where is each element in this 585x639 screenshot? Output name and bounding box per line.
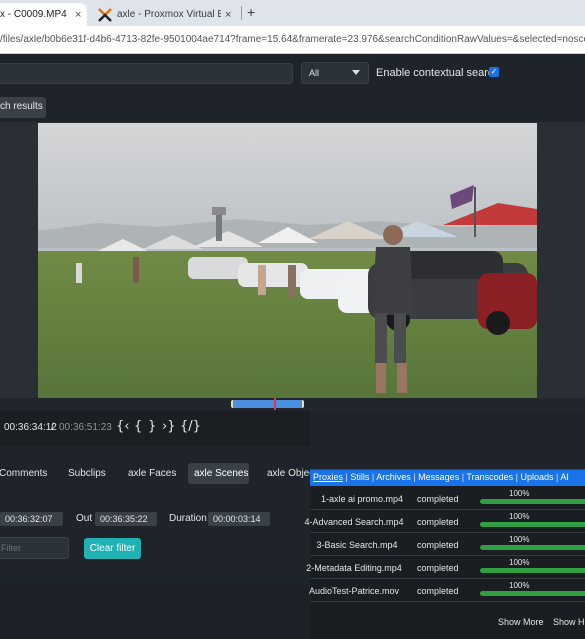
- tab-separator: |: [345, 472, 348, 482]
- job-percent: 100%: [509, 535, 530, 544]
- out-timecode-field[interactable]: 00:36:35:22: [95, 512, 157, 526]
- video-frame[interactable]: [38, 123, 537, 400]
- browser-tab-active[interactable]: x - C0009.MP4 ×: [0, 3, 87, 26]
- proxmox-logo-icon: [98, 7, 112, 22]
- job-percent: 100%: [509, 558, 530, 567]
- job-row: 2-Metadata Editing.mp4 completed 100%: [306, 556, 585, 579]
- in-timecode-field[interactable]: 00:36:32:07: [0, 512, 63, 526]
- tab-axle-faces[interactable]: axle Faces: [128, 468, 176, 479]
- job-status: completed: [417, 540, 459, 550]
- job-progress-bar: [480, 522, 585, 527]
- player-controls-bar: 00:36:34:12 / 00:36:51:23 {‹ { } ›} {/}: [0, 411, 310, 446]
- duration-timecode-field[interactable]: 00:00:03:14: [208, 512, 270, 526]
- show-history-link[interactable]: Show His: [553, 617, 585, 627]
- tab-separator: |: [371, 472, 375, 482]
- tab-axle-objects[interactable]: axle Objec: [267, 468, 314, 479]
- job-file-name: AudioTest-Patrice.mov: [308, 585, 400, 596]
- url-text[interactable]: /files/axle/b0b6e31f-d4b6-4713-82fe-9501…: [0, 34, 585, 45]
- jobs-panel: Proxies | Stills | Archives | Messages |…: [304, 469, 585, 639]
- tab-subclips[interactable]: Subclips: [68, 468, 106, 479]
- jobs-tab-strip: Proxies | Stills | Archives | Messages |…: [310, 470, 585, 486]
- set-out-point-icon[interactable]: }: [148, 419, 156, 434]
- go-to-out-point-icon[interactable]: ›}: [162, 419, 175, 434]
- job-percent: 100%: [509, 581, 530, 590]
- chevron-down-icon: [352, 70, 360, 75]
- search-results-button[interactable]: ch results: [0, 97, 46, 118]
- jobs-tab-ai[interactable]: AI: [560, 472, 569, 482]
- jobs-tab-uploads[interactable]: Uploads: [520, 472, 553, 482]
- job-status: completed: [417, 586, 459, 596]
- clear-points-icon[interactable]: {/}: [180, 419, 201, 434]
- job-status: completed: [417, 517, 459, 527]
- jobs-footer: Show More Show His: [310, 615, 585, 633]
- go-to-in-point-icon[interactable]: {‹: [116, 419, 129, 434]
- job-row: 1-axle ai promo.mp4 completed 100%: [310, 487, 585, 510]
- timecode-total: 00:36:51:23: [59, 422, 112, 433]
- browser-tab-strip: x - C0009.MP4 × axle - Proxmox Virtual E…: [0, 0, 585, 26]
- job-file-name: 3-Basic Search.mp4: [316, 539, 398, 550]
- clear-filter-button[interactable]: Clear filter: [84, 538, 141, 559]
- contextual-search-label: Enable contextual search: [376, 67, 500, 79]
- job-progress-bar: [480, 568, 585, 573]
- jobs-tab-messages[interactable]: Messages: [418, 472, 459, 482]
- tab-separator: |: [556, 472, 559, 482]
- browser-tab-title: x - C0009.MP4: [0, 9, 67, 20]
- address-bar[interactable]: /files/axle/b0b6e31f-d4b6-4713-82fe-9501…: [0, 26, 585, 54]
- jobs-tab-transcodes[interactable]: Transcodes: [466, 472, 513, 482]
- tab-axle-scenes[interactable]: axle Scenes: [188, 463, 249, 484]
- duration-label: Duration: [169, 513, 207, 524]
- video-image: [38, 123, 537, 400]
- metadata-tab-row: Comments Subclips axle Faces axle Scenes…: [0, 457, 314, 489]
- job-row: 4-Advanced Search.mp4 completed 100%: [304, 510, 585, 533]
- browser-tab-title: axle - Proxmox Virtual Environm: [117, 9, 221, 20]
- search-scope-value: All: [309, 68, 320, 78]
- job-file-name: 2-Metadata Editing.mp4: [306, 562, 402, 573]
- job-progress-fill: [480, 499, 585, 504]
- jobs-tab-archives[interactable]: Archives: [376, 472, 411, 482]
- jobs-tab-proxies[interactable]: Proxies: [313, 472, 343, 482]
- job-progress-bar: [480, 545, 585, 550]
- close-tab-icon[interactable]: ×: [225, 9, 231, 21]
- jobs-tab-stills[interactable]: Stills: [350, 472, 369, 482]
- job-status: completed: [417, 563, 459, 573]
- job-file-name: 1-axle ai promo.mp4: [320, 493, 404, 504]
- out-label: Out: [76, 513, 93, 524]
- job-progress-bar: [480, 499, 585, 504]
- job-row: 3-Basic Search.mp4 completed 100%: [310, 533, 585, 556]
- timecode-separator: /: [51, 422, 54, 433]
- job-status: completed: [417, 494, 459, 504]
- new-tab-button[interactable]: +: [247, 4, 255, 20]
- tab-separator: |: [515, 472, 518, 482]
- search-input[interactable]: [0, 63, 293, 84]
- playhead-marker[interactable]: [273, 398, 276, 410]
- job-percent: 100%: [509, 512, 530, 521]
- job-row: AudioTest-Patrice.mov completed 100%: [309, 579, 585, 602]
- timeline-scrubber[interactable]: [0, 398, 585, 411]
- tab-separator: |: [413, 472, 416, 482]
- contextual-search-checkbox[interactable]: ✓: [489, 67, 499, 77]
- tab-comments[interactable]: Comments: [0, 468, 47, 479]
- job-file-name: 4-Advanced Search.mp4: [304, 516, 404, 527]
- job-progress-bar: [480, 591, 585, 596]
- selection-range-handle[interactable]: [231, 400, 305, 408]
- job-percent: 100%: [509, 489, 530, 498]
- close-tab-icon[interactable]: ×: [75, 9, 81, 21]
- set-in-point-icon[interactable]: {: [134, 419, 142, 434]
- axle-app: All Enable contextual search ✓ ch result…: [0, 54, 585, 639]
- search-scope-select[interactable]: All: [301, 62, 369, 84]
- job-progress-fill: [480, 591, 585, 596]
- tab-separator: |: [461, 472, 465, 482]
- job-progress-fill: [480, 568, 585, 573]
- tab-divider: [241, 6, 242, 20]
- browser-tab-proxmox[interactable]: axle - Proxmox Virtual Environm ×: [94, 3, 236, 26]
- filter-input[interactable]: Filter: [0, 537, 69, 559]
- show-more-link[interactable]: Show More: [498, 617, 544, 627]
- video-player-area: [0, 122, 585, 410]
- job-progress-fill: [480, 522, 585, 527]
- timecode-current: 00:36:34:12: [4, 422, 57, 433]
- job-progress-fill: [480, 545, 585, 550]
